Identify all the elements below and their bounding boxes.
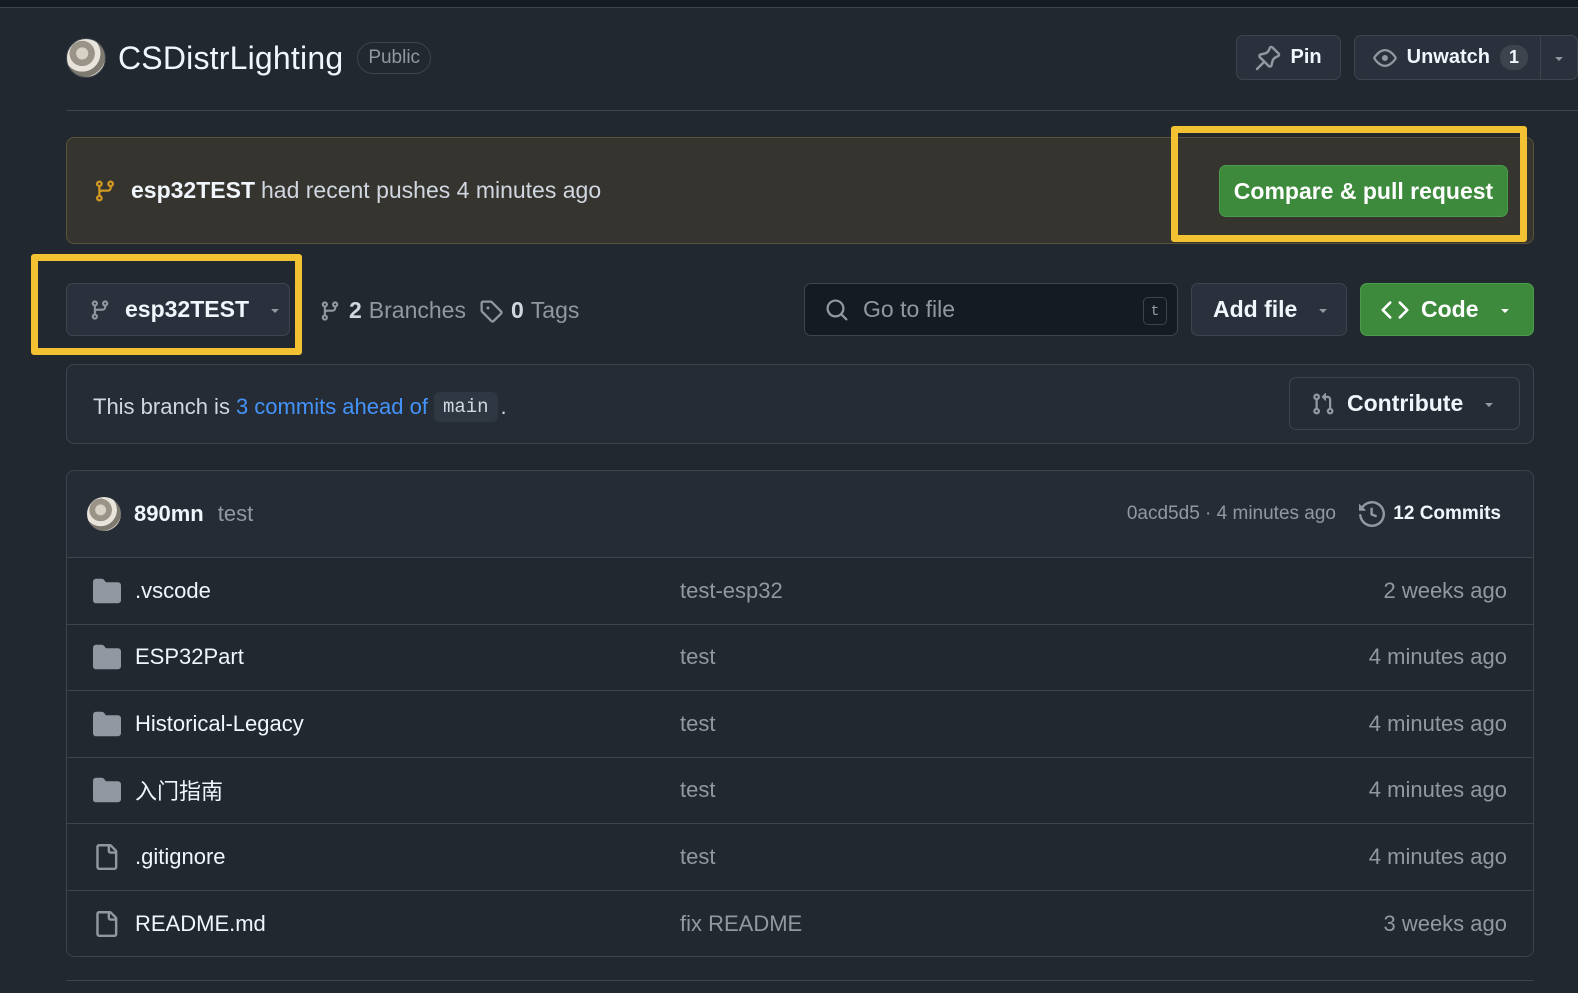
- top-strip: [0, 0, 1578, 8]
- chevron-down-icon: [1497, 302, 1513, 318]
- file-name[interactable]: Historical-Legacy: [135, 711, 304, 737]
- code-icon: [1381, 296, 1409, 324]
- file-name[interactable]: README.md: [135, 911, 266, 937]
- tags-count: 0: [511, 297, 524, 323]
- file-row[interactable]: .vscode test-esp32 2 weeks ago: [67, 558, 1533, 625]
- base-branch[interactable]: main: [433, 392, 498, 422]
- header-divider: [66, 110, 1578, 111]
- file-icon: [93, 910, 119, 937]
- file-table: 890mn test 0acd5d5 · 4 minutes ago 12 Co…: [66, 470, 1534, 957]
- file-name[interactable]: 入门指南: [135, 774, 223, 806]
- eye-icon: [1372, 46, 1407, 70]
- search-input[interactable]: [863, 296, 1123, 323]
- file-commit-date: 4 minutes ago: [1368, 710, 1507, 736]
- status-prefix: This branch is: [93, 394, 230, 419]
- file-commit-message[interactable]: test: [680, 844, 715, 870]
- contribute-label: Contribute: [1347, 390, 1464, 416]
- branches-link[interactable]: 2 Branches: [319, 297, 466, 324]
- file-commit-message[interactable]: test: [680, 644, 715, 670]
- status-suffix: .: [500, 394, 507, 419]
- repo-name[interactable]: CSDistrLighting: [118, 40, 343, 77]
- file-list: .vscode test-esp32 2 weeks ago ESP32Part tes…: [67, 558, 1533, 956]
- folder-icon: [93, 577, 121, 605]
- file-commit-date: 3 weeks ago: [1383, 910, 1507, 936]
- unwatch-label: Unwatch: [1406, 46, 1490, 68]
- repo-header: CSDistrLighting Public: [66, 38, 432, 78]
- file-commit-date: 2 weeks ago: [1383, 577, 1507, 603]
- branch-selector[interactable]: esp32TEST: [66, 283, 290, 336]
- commits-link[interactable]: 12 Commits: [1359, 501, 1501, 527]
- file-row[interactable]: ESP32Part test 4 minutes ago: [67, 624, 1533, 691]
- file-row[interactable]: .gitignore test 4 minutes ago: [67, 824, 1533, 891]
- branches-count: 2: [349, 297, 362, 323]
- contribute-button[interactable]: Contribute: [1289, 377, 1520, 430]
- file-name[interactable]: .gitignore: [135, 844, 226, 870]
- branches-label: Branches: [368, 297, 466, 323]
- commit-message[interactable]: test: [218, 501, 253, 527]
- file-name[interactable]: .vscode: [135, 578, 211, 604]
- folder-icon: [93, 643, 121, 671]
- go-to-file-search[interactable]: t: [804, 283, 1178, 336]
- folder-icon: [93, 710, 121, 738]
- branch-status-text: This branch is 3 commits ahead of main .: [93, 392, 507, 422]
- file-commit-date: 4 minutes ago: [1368, 843, 1507, 869]
- branch-name: esp32TEST: [125, 296, 249, 322]
- latest-commit-bar: 890mn test 0acd5d5 · 4 minutes ago 12 Co…: [67, 471, 1533, 558]
- owner-avatar[interactable]: [66, 38, 106, 78]
- chevron-down-icon: [267, 302, 283, 318]
- file-commit-message[interactable]: test-esp32: [680, 578, 783, 604]
- commit-author[interactable]: 890mn: [134, 501, 204, 527]
- add-file-button[interactable]: Add file: [1191, 283, 1347, 336]
- watch-count: 1: [1499, 45, 1528, 70]
- commits-ahead-link[interactable]: 3 commits ahead of: [236, 394, 428, 420]
- file-name[interactable]: ESP32Part: [135, 644, 244, 670]
- branch-icon: [319, 300, 341, 322]
- shortcut-key: t: [1143, 297, 1167, 325]
- file-row[interactable]: README.md fix README 3 weeks ago: [67, 890, 1533, 956]
- history-icon: [1359, 501, 1393, 527]
- compare-pull-request-button[interactable]: Compare & pull request: [1219, 165, 1508, 217]
- chevron-down-icon: [1315, 302, 1331, 318]
- header-actions: Pin Unwatch 1: [1235, 35, 1578, 80]
- folder-icon: [93, 776, 121, 804]
- file-commit-message[interactable]: fix README: [680, 911, 802, 937]
- file-row[interactable]: Historical-Legacy test 4 minutes ago: [67, 691, 1533, 758]
- chevron-down-icon: [1481, 396, 1497, 412]
- unwatch-button[interactable]: Unwatch 1: [1353, 35, 1578, 80]
- pin-button[interactable]: Pin: [1235, 35, 1341, 80]
- next-section-edge: [66, 980, 1534, 993]
- pin-icon: [1255, 45, 1291, 71]
- add-file-label: Add file: [1213, 296, 1298, 322]
- commit-hash-time[interactable]: 0acd5d5 · 4 minutes ago: [1127, 503, 1336, 525]
- pull-request-icon: [1311, 392, 1335, 416]
- author-avatar[interactable]: [87, 497, 121, 531]
- chevron-down-icon[interactable]: [1540, 35, 1577, 80]
- file-commit-date: 4 minutes ago: [1368, 777, 1507, 803]
- pin-label: Pin: [1290, 46, 1322, 68]
- code-label: Code: [1421, 296, 1479, 322]
- tags-link[interactable]: 0 Tags: [479, 297, 579, 324]
- branch-icon: [89, 299, 111, 321]
- file-commit-message[interactable]: test: [680, 777, 715, 803]
- file-icon: [93, 843, 119, 870]
- file-row[interactable]: 入门指南 test 4 minutes ago: [67, 757, 1533, 824]
- pushed-branch[interactable]: esp32TEST: [131, 177, 255, 203]
- file-commit-date: 4 minutes ago: [1368, 644, 1507, 670]
- tags-label: Tags: [530, 297, 580, 323]
- commits-label: 12 Commits: [1393, 503, 1501, 524]
- tag-icon: [479, 299, 503, 323]
- visibility-badge: Public: [357, 42, 432, 74]
- search-icon: [825, 298, 849, 322]
- branch-status-box: This branch is 3 commits ahead of main .…: [66, 364, 1534, 444]
- code-button[interactable]: Code: [1360, 283, 1534, 336]
- file-commit-message[interactable]: test: [680, 711, 715, 737]
- push-text: had recent pushes 4 minutes ago: [261, 177, 602, 203]
- push-message: esp32TEST had recent pushes 4 minutes ago: [131, 177, 601, 204]
- branch-icon: [93, 179, 117, 203]
